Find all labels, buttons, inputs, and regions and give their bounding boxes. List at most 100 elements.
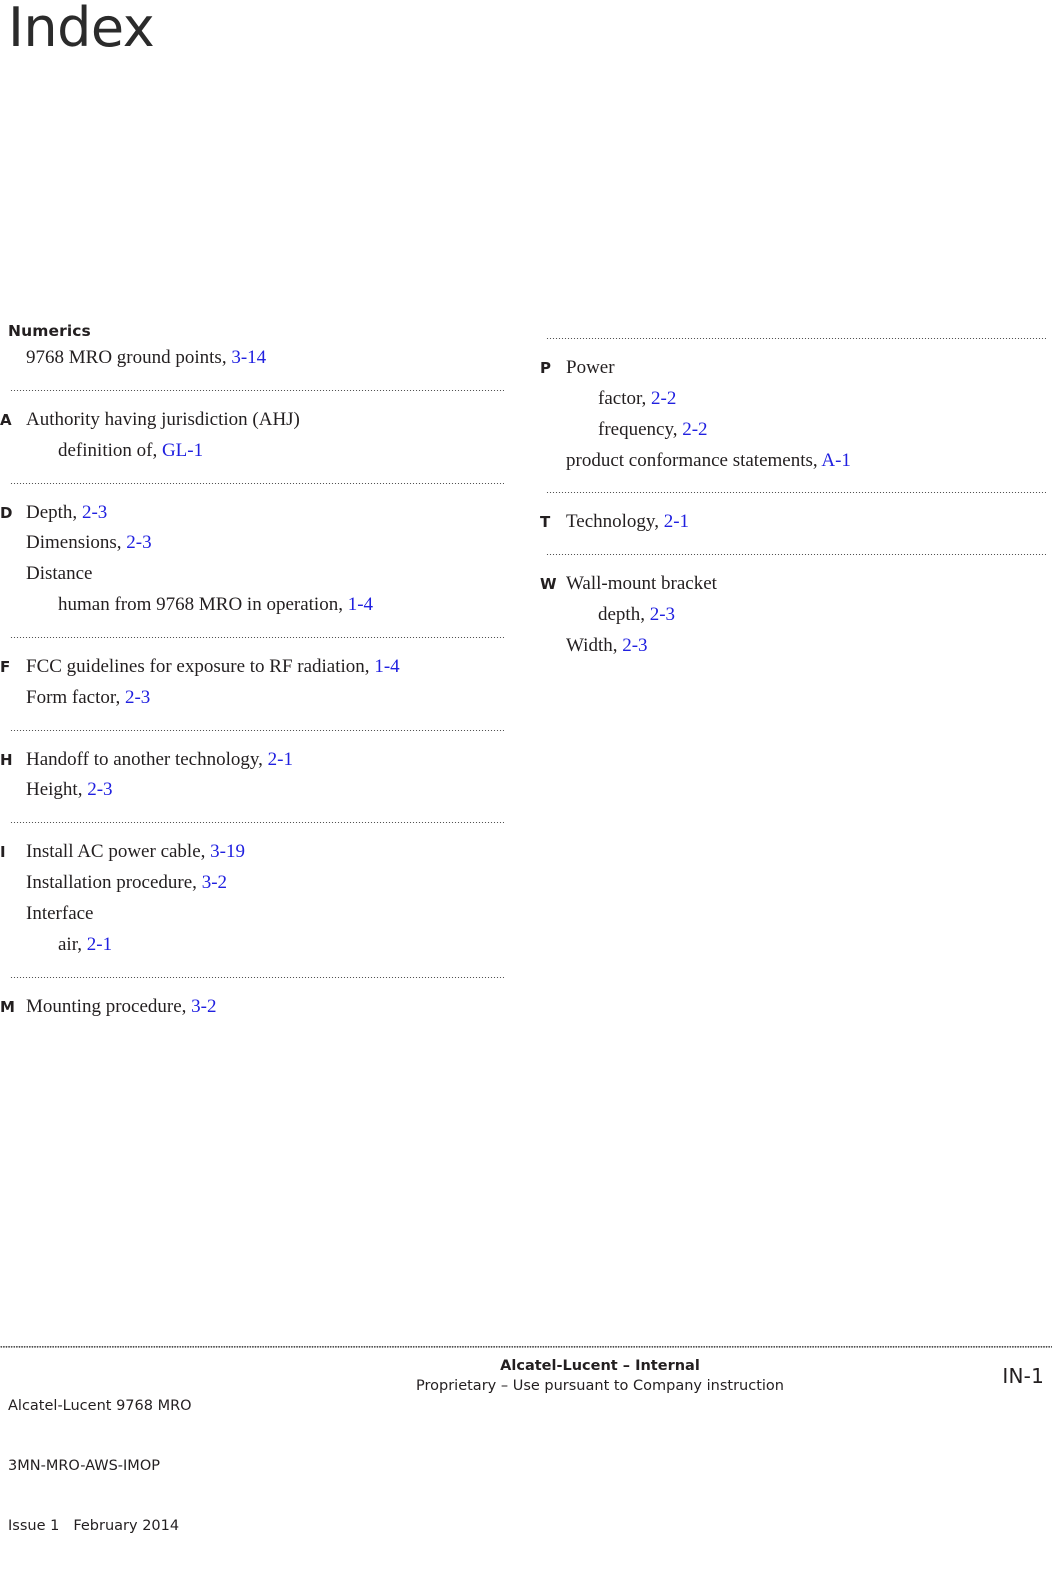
index-group-h: H Handoff to another technology, 2-1 HHeig…: [0, 745, 510, 807]
index-entry-label: depth,: [598, 604, 650, 626]
index-separator: [10, 636, 504, 638]
index-group-w: W Wall-mount bracket Wdepth, 2-3WWidth, 2-…: [540, 569, 1050, 662]
index-entry-text: FCC guidelines for exposure to RF radiat…: [26, 656, 510, 678]
index-entry-label: Form factor,: [26, 686, 125, 708]
index-page-reference[interactable]: GL-1: [162, 440, 203, 461]
index-column-left: Numerics X9768 MRO ground points, 3-14 A Au…: [0, 322, 510, 1023]
index-entry-text: Authority having jurisdiction (AHJ): [26, 409, 510, 431]
index-page-reference[interactable]: 2-2: [651, 388, 676, 409]
index-entry-text: Height, 2-3: [26, 779, 510, 801]
index-entry-label: Width,: [566, 634, 623, 656]
index-page-reference[interactable]: 2-2: [682, 419, 707, 440]
index-group-d: DDepth, 2-3DDimensions, 2-3DDistanceDhum…: [0, 498, 510, 621]
index-page-reference[interactable]: 2-1: [664, 511, 689, 532]
index-entry-text: frequency, 2-2: [566, 419, 1050, 441]
index-page-reference[interactable]: 3-14: [231, 347, 266, 368]
index-entry: T Technology, 2-1: [540, 507, 1050, 538]
index-entry: A Authority having jurisdiction (AHJ): [0, 405, 510, 436]
index-entry: Pfrequency, 2-2: [540, 415, 1050, 446]
index-page-reference[interactable]: 2-3: [125, 687, 150, 708]
index-entry: WWidth, 2-3: [540, 631, 1050, 662]
index-page-reference[interactable]: 1-4: [374, 656, 399, 677]
index-group-numerics: Numerics X9768 MRO ground points, 3-14: [0, 322, 510, 374]
index-entry-label: Wall-mount bracket: [566, 573, 717, 595]
index-separator: [546, 554, 1046, 556]
index-entry-label: definition of,: [58, 439, 162, 461]
index-entry-text: Dimensions, 2-3: [26, 532, 510, 554]
index-entry: F FCC guidelines for exposure to RF radia…: [0, 652, 510, 683]
index-entry-text: product conformance statements, A-1: [566, 450, 1050, 472]
index-separator: [546, 338, 1046, 339]
index-page-reference[interactable]: 2-3: [87, 779, 112, 800]
index-separator: [10, 482, 504, 484]
index-entry: IInterface: [0, 899, 510, 930]
index-entry-text: Interface: [26, 903, 510, 925]
index-section-letter: H: [0, 750, 13, 769]
index-entry: X9768 MRO ground points, 3-14: [0, 343, 510, 374]
footer-date: February 2014: [73, 1518, 180, 1534]
index-section-letter: P: [540, 359, 551, 377]
index-entry: IInstallation procedure, 3-2: [0, 868, 510, 899]
footer-issue: Issue 1: [8, 1518, 60, 1534]
index-section-letter: A: [0, 410, 12, 429]
index-page-reference[interactable]: 2-3: [126, 532, 151, 553]
index-entry-label: Distance: [26, 563, 93, 585]
footer-doc-number: 3MN-MRO-AWS-IMOP: [8, 1458, 160, 1474]
index-entry-label: Install AC power cable,: [26, 841, 211, 863]
index-entry-label: Handoff to another technology,: [26, 748, 268, 770]
index-separator: [546, 492, 1046, 494]
index-group-heading: Numerics: [8, 322, 91, 340]
index-page-reference[interactable]: 3-2: [191, 996, 216, 1017]
index-group-f: F FCC guidelines for exposure to RF radia…: [0, 652, 510, 714]
index-column-right: P Power Pfactor, 2-2Pfrequency, 2-2 Pproduc…: [540, 322, 1050, 662]
page-footer: Alcatel-Lucent 9768 MRO 3MN-MRO-AWS-IMOP…: [0, 1338, 1052, 1534]
index-entry-text: Install AC power cable, 3-19: [26, 841, 510, 863]
index-entry-text: Distance: [26, 563, 510, 585]
index-page-reference[interactable]: 2-1: [87, 934, 112, 955]
index-entry: M Mounting procedure, 3-2: [0, 992, 510, 1023]
footer-divider: [0, 1346, 1052, 1348]
index-entry-text: Power: [566, 357, 1050, 379]
footer-classification: Alcatel-Lucent – Internal: [500, 1358, 700, 1374]
index-section-letter: F: [0, 657, 11, 676]
footer-issue-date: Issue 1 February 2014: [8, 1516, 192, 1536]
index-entry-label: product conformance statements,: [566, 449, 822, 471]
index-separator: [10, 389, 504, 391]
index-entry-label: Power: [566, 357, 615, 378]
index-separator: [10, 822, 504, 824]
page-title: Index: [8, 0, 155, 59]
index-group-p: P Power Pfactor, 2-2Pfrequency, 2-2 Pproduc…: [540, 353, 1050, 476]
index-entry-text: Mounting procedure, 3-2: [26, 996, 510, 1018]
index-entry: FForm factor, 2-3: [0, 683, 510, 714]
footer-product: Alcatel-Lucent 9768 MRO: [8, 1398, 192, 1414]
index-entry: W Wall-mount bracket: [540, 569, 1050, 600]
index-entry: Pfactor, 2-2: [540, 384, 1050, 415]
index-page-reference[interactable]: 2-1: [268, 749, 293, 770]
index-entry: Wdepth, 2-3: [540, 600, 1050, 631]
index-entry-text: Depth, 2-3: [26, 502, 510, 524]
index-entry-label: Height,: [26, 779, 88, 801]
index-entry-label: FCC guidelines for exposure to RF radiat…: [26, 655, 375, 677]
index-entry: HHeight, 2-3: [0, 775, 510, 806]
index-page-reference[interactable]: A-1: [821, 450, 851, 471]
index-entry-text: Wall-mount bracket: [566, 573, 1050, 595]
index-entry: P Power: [540, 353, 1050, 384]
index-page-reference[interactable]: 2-3: [622, 635, 647, 656]
index-entry-text: human from 9768 MRO in operation, 1-4: [26, 594, 510, 616]
index-group-i: I Install AC power cable, 3-19 IInstallati…: [0, 837, 510, 960]
index-entry-text: Handoff to another technology, 2-1: [26, 749, 510, 771]
index-entry-label: Interface: [26, 902, 94, 924]
index-page-reference[interactable]: 2-3: [650, 604, 675, 625]
index-section-letter: W: [540, 575, 557, 594]
index-page-reference[interactable]: 3-2: [202, 872, 227, 893]
index-page-reference[interactable]: 3-19: [210, 841, 245, 862]
index-page-reference[interactable]: 2-3: [82, 502, 107, 523]
index-entry-label: human from 9768 MRO in operation,: [58, 594, 348, 616]
index-entry-text: 9768 MRO ground points, 3-14: [26, 347, 510, 369]
footer-document-info: Alcatel-Lucent 9768 MRO 3MN-MRO-AWS-IMOP…: [8, 1356, 192, 1576]
index-entry-label: frequency,: [598, 418, 683, 440]
index-page-reference[interactable]: 1-4: [348, 594, 373, 615]
index-entry-text: Width, 2-3: [566, 635, 1050, 657]
index-entry: DDistance: [0, 559, 510, 590]
index-entry-text: Installation procedure, 3-2: [26, 872, 510, 894]
